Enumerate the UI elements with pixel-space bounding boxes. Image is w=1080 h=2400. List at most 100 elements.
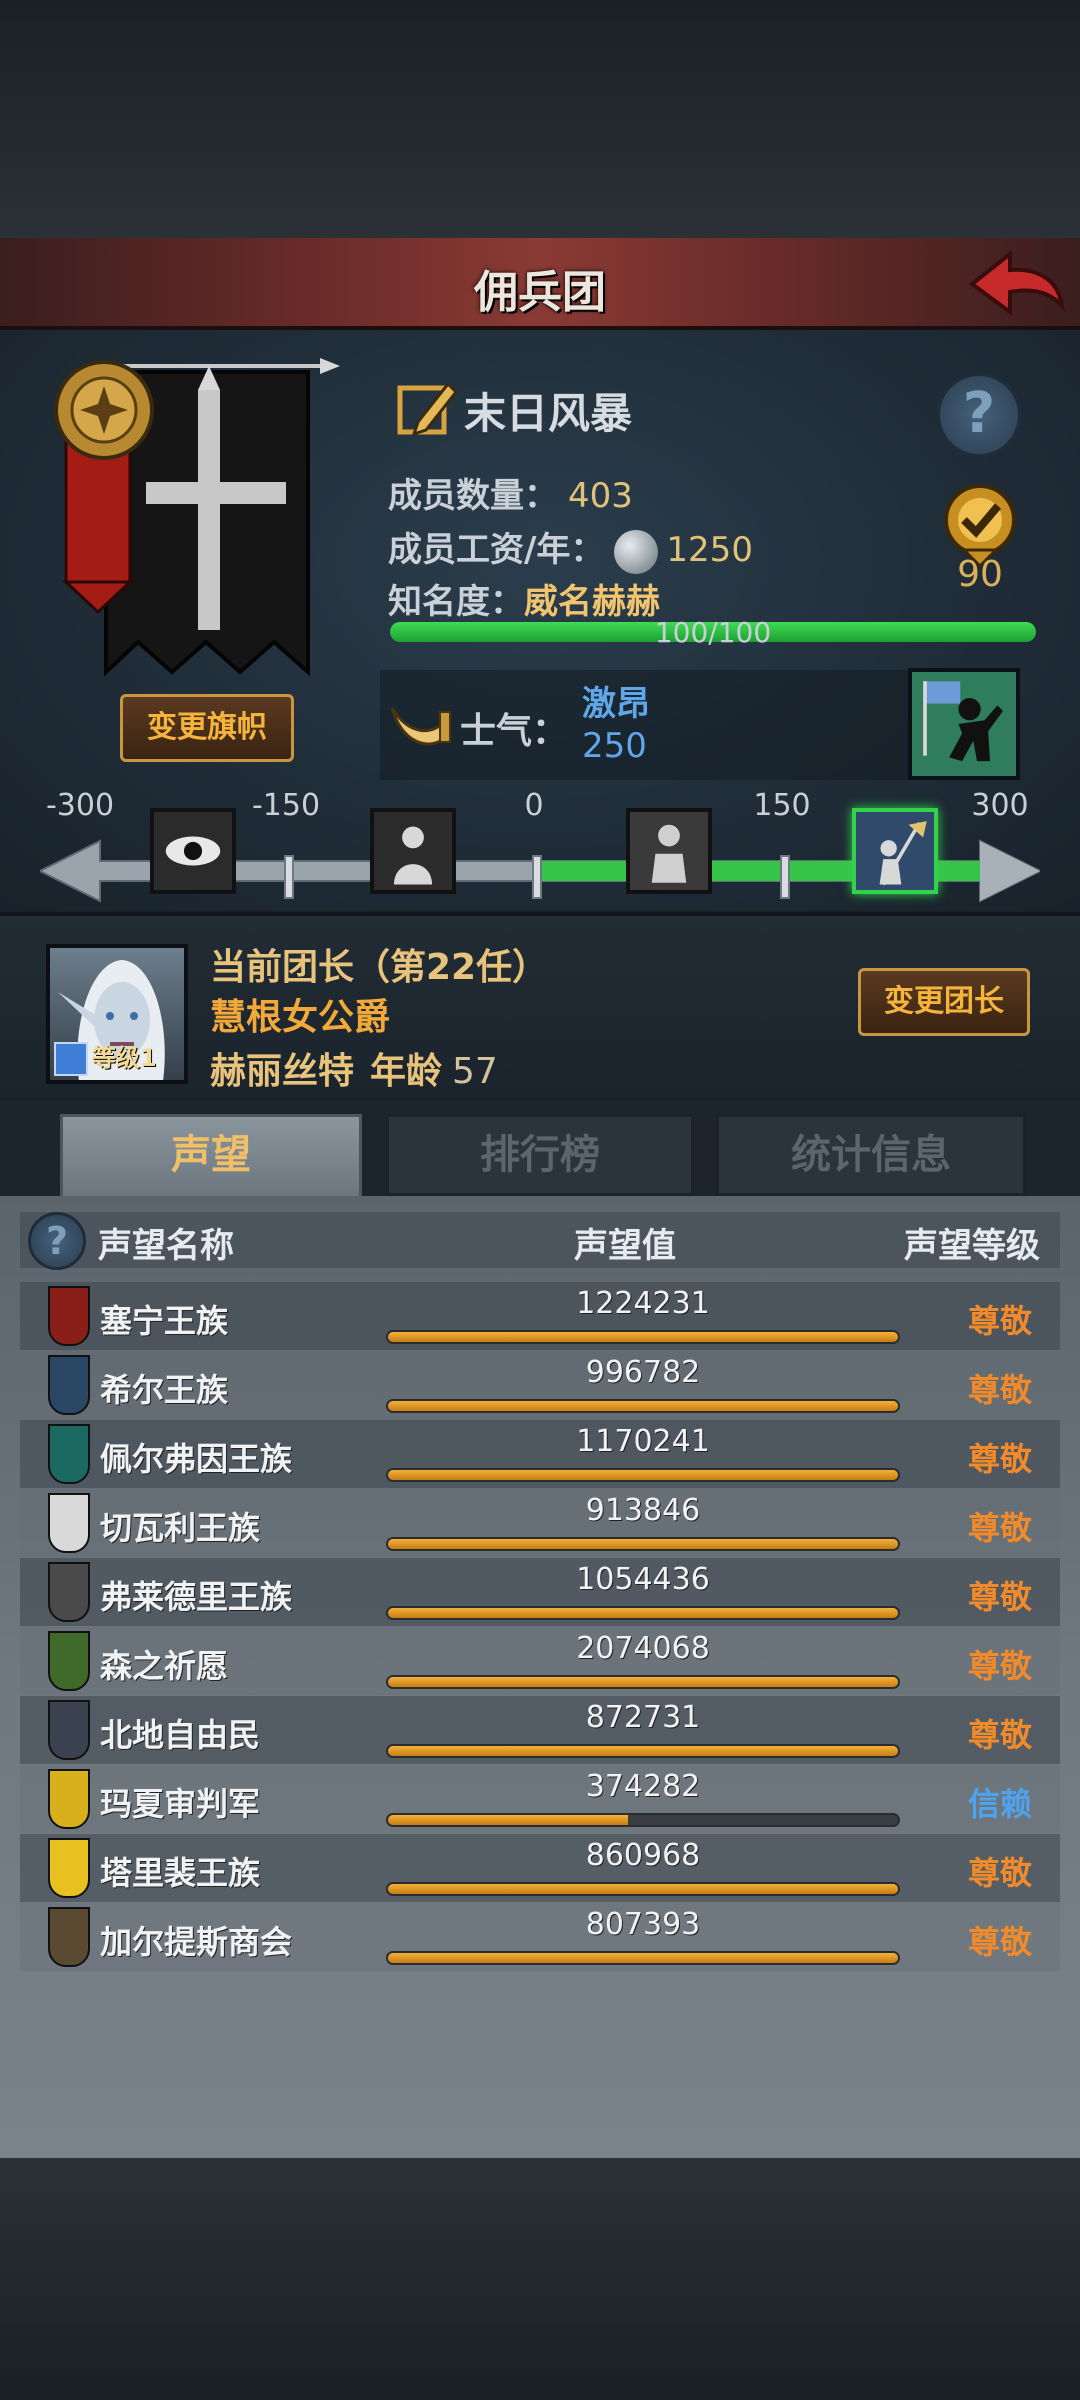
scale-label: 300 bbox=[971, 788, 1029, 823]
member-count-label: 成员数量： bbox=[388, 476, 558, 516]
reputation-level: 尊敬 bbox=[967, 1854, 1032, 1892]
reputation-value: 996782 bbox=[585, 1355, 701, 1390]
faction-crest-icon bbox=[48, 1493, 90, 1553]
leader-panel: 等级1 当前团长（第22任） 慧根女公爵 赫丽丝特 年龄 57 变更团长 bbox=[0, 912, 1080, 1098]
reputation-value: 2074068 bbox=[576, 1631, 710, 1666]
reputation-level: 尊敬 bbox=[967, 1371, 1032, 1409]
reputation-bar-fill bbox=[388, 1746, 898, 1756]
reputation-level: 信赖 bbox=[967, 1785, 1032, 1823]
silver-coin-icon bbox=[614, 529, 659, 574]
reputation-bar-fill bbox=[388, 1815, 628, 1825]
reputation-bar-fill bbox=[388, 1539, 898, 1549]
reputation-bar bbox=[386, 1951, 900, 1965]
leader-level: 等级1 bbox=[54, 1038, 157, 1076]
table-row[interactable]: 加尔提斯商会 807393 尊敬 bbox=[20, 1903, 1060, 1971]
cheering-figure-icon[interactable] bbox=[852, 808, 938, 894]
reputation-help-icon[interactable]: ? bbox=[28, 1212, 86, 1270]
reputation-level: 尊敬 bbox=[967, 1923, 1032, 1961]
scale-label: 0 bbox=[524, 788, 544, 823]
column-header-name: 声望名称 bbox=[98, 1226, 234, 1266]
table-row[interactable]: 森之祈愿 2074068 尊敬 bbox=[20, 1627, 1060, 1695]
back-arrow-icon[interactable] bbox=[966, 246, 1066, 322]
leader-portrait[interactable]: 等级1 bbox=[46, 944, 188, 1084]
column-header-value: 声望值 bbox=[574, 1226, 676, 1266]
reputation-bar-fill bbox=[388, 1470, 898, 1480]
reputation-value: 1170241 bbox=[576, 1424, 710, 1459]
reputation-bar-fill bbox=[388, 1332, 898, 1342]
tab-ranking[interactable]: 排行榜 bbox=[386, 1114, 694, 1196]
leader-level-label: 等级1 bbox=[92, 1044, 157, 1072]
faction-name: 加尔提斯商会 bbox=[100, 1923, 293, 1961]
change-leader-button[interactable]: 变更团长 bbox=[858, 968, 1030, 1036]
reputation-bar bbox=[386, 1330, 900, 1344]
salary-value: 1250 bbox=[666, 530, 753, 570]
scale-label: -300 bbox=[45, 788, 115, 823]
faction-name: 希尔王族 bbox=[100, 1371, 229, 1409]
leader-age-label: 年龄 bbox=[370, 1051, 443, 1092]
reputation-value: 872731 bbox=[585, 1700, 701, 1735]
reputation-level: 尊敬 bbox=[967, 1302, 1032, 1340]
faction-name: 切瓦利王族 bbox=[100, 1509, 261, 1547]
title-bar: 佣兵团 bbox=[0, 238, 1080, 330]
table-row[interactable]: 北地自由民 872731 尊敬 bbox=[20, 1696, 1060, 1764]
reputation-value: 860968 bbox=[585, 1838, 701, 1873]
fame-progress-text: 100/100 bbox=[654, 616, 772, 649]
faction-crest-icon bbox=[48, 1631, 90, 1691]
reputation-bar bbox=[386, 1744, 900, 1758]
reputation-bar bbox=[386, 1468, 900, 1482]
table-row[interactable]: 塔里裴王族 860968 尊敬 bbox=[20, 1834, 1060, 1902]
scale-label: 150 bbox=[753, 788, 811, 823]
leader-title: 当前团长（第22任） bbox=[210, 947, 549, 988]
reputation-value: 1054436 bbox=[576, 1562, 710, 1597]
guild-banner bbox=[54, 358, 340, 677]
table-row[interactable]: 玛夏审判军 374282 信赖 bbox=[20, 1765, 1060, 1833]
page-title: 佣兵团 bbox=[474, 267, 606, 318]
reputation-bar-fill bbox=[388, 1608, 898, 1618]
reputation-value: 374282 bbox=[585, 1769, 701, 1804]
faction-crest-icon bbox=[48, 1907, 90, 1967]
horn-icon bbox=[390, 707, 451, 746]
faction-crest-icon bbox=[48, 1562, 90, 1622]
reputation-level: 尊敬 bbox=[967, 1509, 1032, 1547]
reputation-value: 1224231 bbox=[576, 1286, 710, 1321]
faction-crest-icon bbox=[48, 1355, 90, 1415]
reputation-bar-fill bbox=[388, 1401, 898, 1411]
help-icon[interactable]: ? bbox=[936, 372, 1022, 458]
faction-name: 森之祈愿 bbox=[100, 1647, 229, 1685]
faction-crest-icon bbox=[48, 1424, 90, 1484]
guild-name: 末日风暴 bbox=[464, 389, 633, 438]
bottom-backdrop bbox=[0, 2158, 1080, 2400]
faction-crest-icon bbox=[48, 1700, 90, 1760]
reputation-bar bbox=[386, 1882, 900, 1896]
eye-icon[interactable] bbox=[150, 808, 236, 894]
reputation-bar bbox=[386, 1606, 900, 1620]
cowering-figure-icon[interactable] bbox=[370, 808, 456, 894]
tab-reputation[interactable]: 声望 bbox=[60, 1114, 362, 1196]
change-banner-button[interactable]: 变更旗帜 bbox=[120, 694, 294, 762]
reputation-bar bbox=[386, 1537, 900, 1551]
morale-cheering-icon[interactable] bbox=[908, 668, 1020, 780]
scale-label: -150 bbox=[251, 788, 321, 823]
table-row[interactable]: 佩尔弗因王族 1170241 尊敬 bbox=[20, 1420, 1060, 1488]
column-header-level: 声望等级 bbox=[904, 1226, 1040, 1266]
table-row[interactable]: 切瓦利王族 913846 尊敬 bbox=[20, 1489, 1060, 1557]
leader-age-value: 57 bbox=[452, 1051, 498, 1092]
table-row[interactable]: 塞宁王族 1224231 尊敬 bbox=[20, 1282, 1060, 1350]
reputation-bar-fill bbox=[388, 1953, 898, 1963]
morale-label: 士气： bbox=[460, 711, 569, 752]
reputation-bar bbox=[386, 1675, 900, 1689]
leader-name: 赫丽丝特 bbox=[210, 1051, 355, 1092]
edit-name-icon[interactable] bbox=[396, 378, 458, 440]
table-row[interactable]: 希尔王族 996782 尊敬 bbox=[20, 1351, 1060, 1419]
leader-rank: 慧根女公爵 bbox=[210, 997, 391, 1038]
reputation-level: 尊敬 bbox=[967, 1716, 1032, 1754]
guild-info-panel: 变更旗帜 末日风暴 ? 成员数量： 403 成员工资/年： 1250 知名度：威名赫… bbox=[0, 330, 1080, 910]
faction-name: 塔里裴王族 bbox=[100, 1854, 261, 1892]
scale-tick bbox=[284, 855, 294, 899]
tab-statistics[interactable]: 统计信息 bbox=[716, 1114, 1026, 1196]
reputation-value: 913846 bbox=[585, 1493, 701, 1528]
sitting-figure-icon[interactable] bbox=[626, 808, 712, 894]
table-row[interactable]: 弗莱德里王族 1054436 尊敬 bbox=[20, 1558, 1060, 1626]
faction-crest-icon bbox=[48, 1838, 90, 1898]
tab-bar: 声望 排行榜 统计信息 bbox=[0, 1100, 1080, 1196]
